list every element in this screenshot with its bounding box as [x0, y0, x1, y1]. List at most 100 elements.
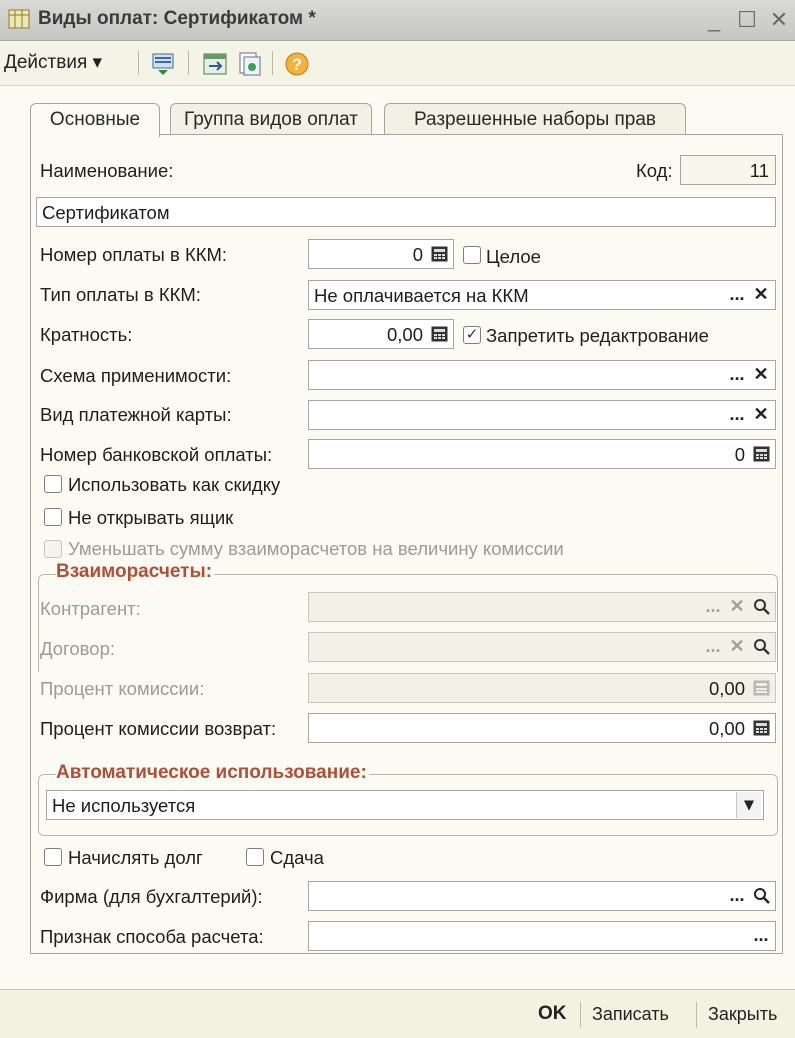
select-button[interactable]: ... [701, 594, 725, 620]
accrue-debt-label: Начислять долг [68, 847, 203, 868]
structure-icon[interactable] [150, 51, 176, 77]
settlements-group-title: Взаиморасчеты: [56, 561, 215, 583]
reduce-settlements-checkbox[interactable] [44, 540, 62, 558]
firm-input[interactable]: ... [308, 881, 776, 911]
window-title-bar: Виды оплат: Сертификатом * _ ☐ ✕ [0, 0, 795, 41]
calc-sign-label: Признак способа расчета: [40, 926, 264, 947]
code-label: Код: [636, 160, 673, 181]
clear-icon[interactable]: ✕ [749, 282, 773, 308]
tab-main[interactable]: Основные [30, 103, 160, 137]
kkm-number-label: Номер оплаты в ККМ: [40, 244, 228, 265]
whole-checkbox[interactable] [463, 246, 481, 264]
bank-number-label: Номер банковской оплаты: [40, 444, 273, 465]
search-icon[interactable] [753, 887, 771, 905]
accrue-debt-checkbox[interactable] [44, 848, 62, 866]
bank-number-input[interactable]: 0 [308, 439, 776, 469]
tab-permitted-rights[interactable]: Разрешенные наборы прав [384, 103, 686, 136]
code-field[interactable]: 11 [680, 155, 776, 185]
kkm-number-input[interactable]: 0 [308, 239, 454, 269]
select-button[interactable]: ... [749, 923, 773, 949]
help-icon[interactable]: ? [284, 51, 310, 77]
commission-value: 0,00 [708, 678, 745, 699]
footer-bar: OK Записать Закрыть [0, 989, 795, 1038]
use-as-discount-checkbox[interactable] [44, 475, 62, 493]
multiplicity-value: 0,00 [386, 324, 423, 345]
clear-icon[interactable]: ✕ [749, 402, 773, 428]
clear-icon[interactable]: ✕ [749, 362, 773, 388]
search-icon[interactable] [753, 638, 771, 656]
select-button[interactable]: ... [725, 282, 749, 308]
footer-separator [580, 1002, 581, 1028]
counterparty-label: Контрагент: [40, 598, 141, 619]
toolbar: Действия ▾ ? [0, 41, 795, 86]
scheme-input[interactable]: ... ✕ [308, 360, 776, 390]
name-label: Наименование: [40, 160, 174, 181]
kkm-type-value: Не оплачивается на ККМ [314, 285, 529, 306]
table-icon [8, 9, 30, 29]
auto-use-select[interactable]: Не используется ▾ [46, 790, 764, 820]
commission-return-label: Процент комиссии возврат: [40, 718, 277, 739]
toolbar-separator [272, 51, 273, 75]
use-as-discount-label: Использовать как скидку [68, 474, 281, 495]
kkm-type-label: Тип оплаты в ККМ: [40, 284, 201, 305]
toolbar-separator [138, 51, 139, 75]
no-drawer-checkbox[interactable] [44, 508, 62, 526]
ok-button[interactable]: OK [538, 1000, 567, 1028]
calculator-icon[interactable] [753, 720, 770, 736]
auto-use-value: Не используется [52, 795, 196, 816]
card-type-input[interactable]: ... ✕ [308, 400, 776, 430]
multiplicity-label: Кратность: [40, 324, 133, 345]
calculator-icon[interactable] [753, 680, 770, 696]
forbid-edit-label: Запретить редактрование [486, 325, 709, 346]
window-title: Виды оплат: Сертификатом * [38, 8, 316, 29]
contract-label: Договор: [40, 638, 115, 659]
select-button[interactable]: ... [701, 634, 725, 660]
chevron-down-icon[interactable]: ▾ [736, 792, 761, 818]
kkm-number-value: 0 [412, 244, 423, 265]
calculator-icon[interactable] [431, 246, 448, 262]
close-window-button[interactable]: ✕ [765, 6, 793, 34]
footer-separator [696, 1002, 697, 1028]
calculator-icon[interactable] [431, 326, 448, 342]
scheme-label: Схема применимости: [40, 365, 232, 386]
clear-icon[interactable]: ✕ [725, 594, 749, 620]
code-value: 11 [749, 160, 769, 181]
copy-icon[interactable] [236, 51, 262, 77]
tab-payment-groups[interactable]: Группа видов оплат [170, 103, 372, 136]
minimize-button[interactable]: _ [700, 6, 728, 34]
name-input[interactable]: Сертификатом [36, 197, 776, 227]
svg-text:?: ? [292, 55, 302, 74]
card-type-label: Вид платежной карты: [40, 404, 232, 425]
clear-icon[interactable]: ✕ [725, 634, 749, 660]
commission-label: Процент комиссии: [40, 678, 205, 699]
reduce-settlements-label: Уменьшать сумму взаиморасчетов на величи… [68, 538, 564, 559]
counterparty-input[interactable]: ... ✕ [308, 592, 776, 622]
multiplicity-input[interactable]: 0,00 [308, 319, 454, 349]
change-label: Сдача [270, 847, 324, 868]
firm-label: Фирма (для бухгалтерий): [40, 886, 263, 907]
close-button[interactable]: Закрыть [708, 1000, 777, 1028]
whole-label: Целое [486, 246, 541, 267]
select-button[interactable]: ... [725, 402, 749, 428]
name-value: Сертификатом [42, 202, 170, 223]
no-drawer-label: Не открывать ящик [68, 507, 234, 528]
kkm-type-input[interactable]: Не оплачивается на ККМ ... ✕ [308, 280, 776, 310]
forbid-edit-checkbox[interactable]: ✓ [463, 326, 481, 344]
change-checkbox[interactable] [246, 848, 264, 866]
maximize-button[interactable]: ☐ [733, 6, 761, 34]
toolbar-separator [188, 51, 189, 75]
bank-number-value: 0 [734, 444, 745, 465]
commission-return-value: 0,00 [708, 718, 745, 739]
auto-use-group-title: Автоматическое использование: [56, 762, 369, 784]
move-icon[interactable] [202, 51, 228, 77]
select-button[interactable]: ... [725, 883, 749, 909]
select-button[interactable]: ... [725, 362, 749, 388]
save-button[interactable]: Записать [592, 1000, 669, 1028]
calc-sign-input[interactable]: ... [308, 921, 776, 951]
actions-menu-button[interactable]: Действия ▾ [4, 49, 102, 77]
contract-input[interactable]: ... ✕ [308, 632, 776, 662]
search-icon[interactable] [753, 598, 771, 616]
calculator-icon[interactable] [753, 446, 770, 462]
commission-return-input[interactable]: 0,00 [308, 713, 776, 743]
commission-input[interactable]: 0,00 [308, 673, 776, 703]
